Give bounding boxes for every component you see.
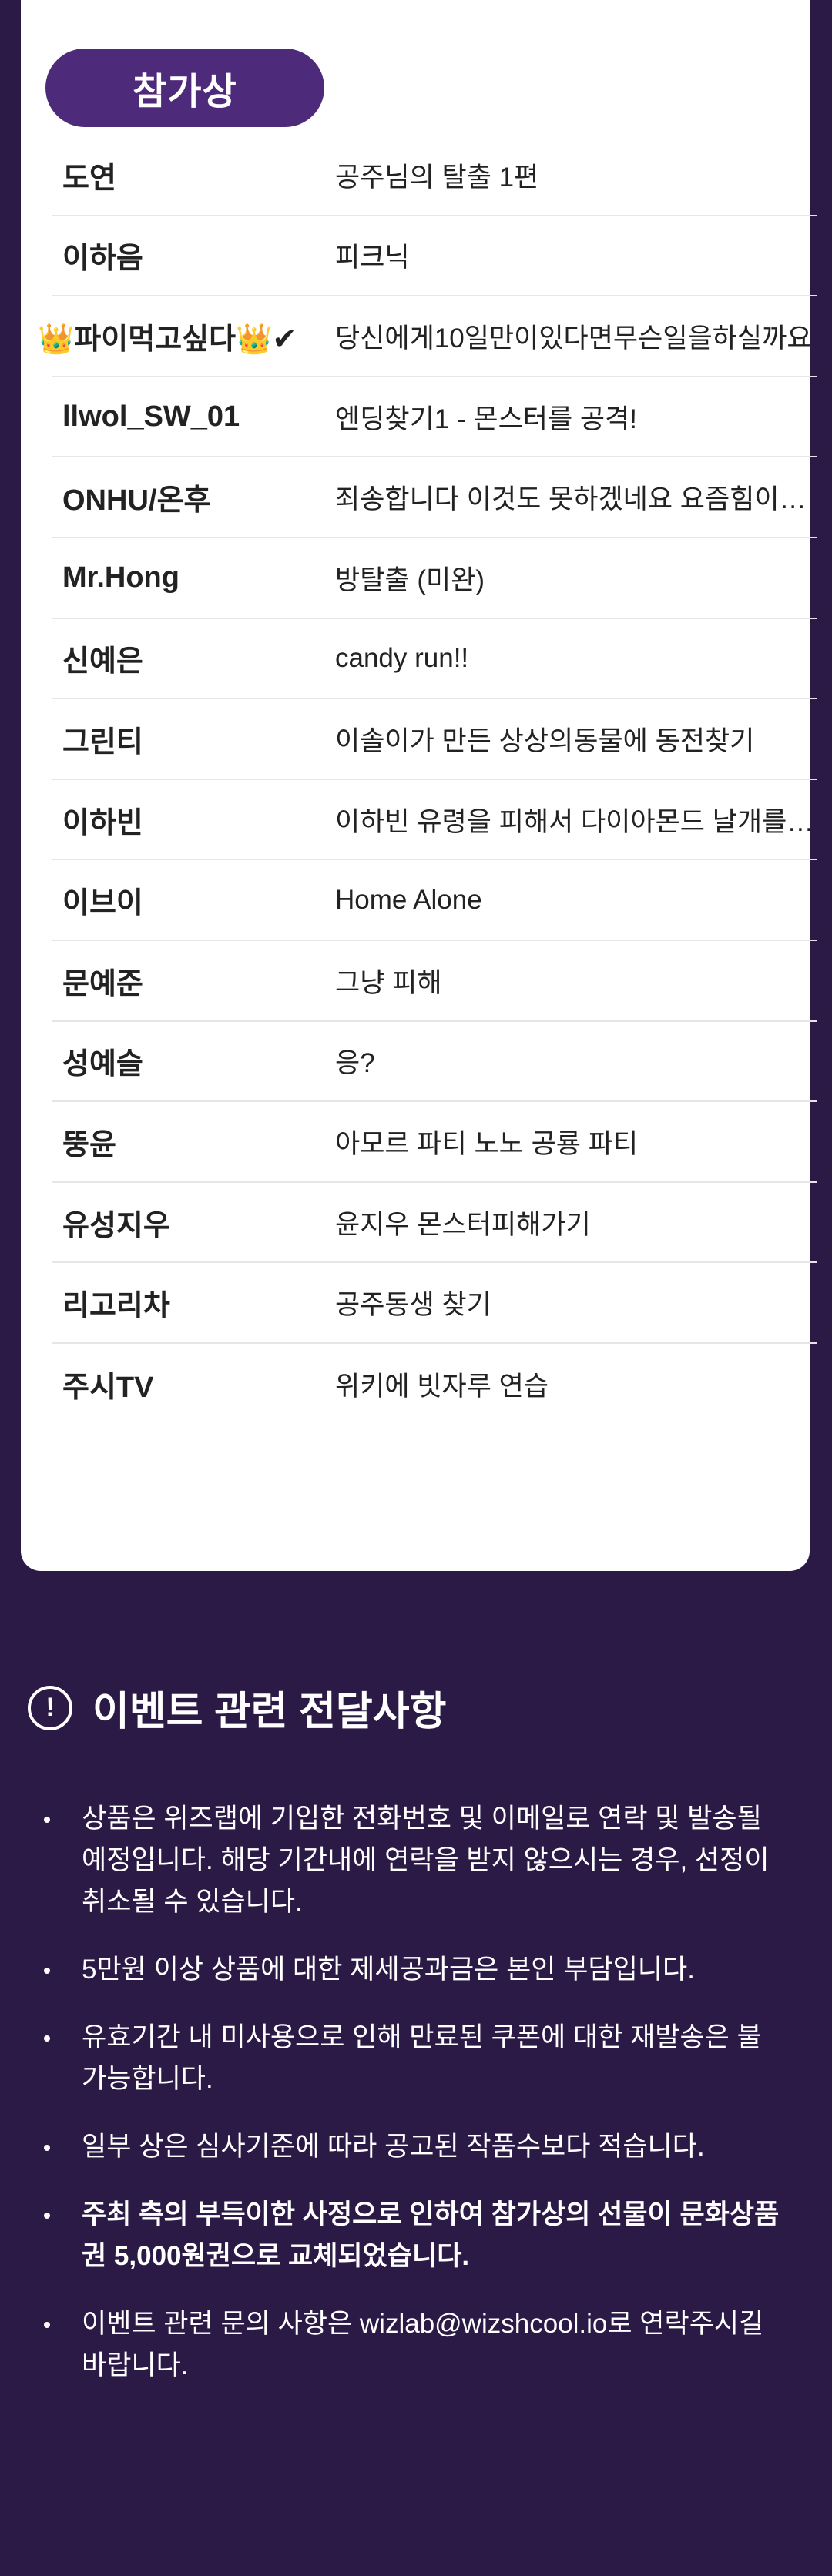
notice-item: 이벤트 관련 문의 사항은 wizlab@wizshcool.io로 연락주시길… — [40, 2303, 780, 2387]
table-row: 주시TV 위키에 빗자루 연습 — [52, 1344, 817, 1425]
table-row: Mr.Hong 방탈출 (미완) — [52, 538, 817, 619]
participant-name: Mr.Hong — [62, 561, 179, 594]
work-title: 공주동생 찾기 — [335, 1290, 491, 1321]
work-title: 공주님의 탈출 1편 — [335, 162, 539, 193]
participant-name: 신예은 — [62, 645, 143, 678]
table-row: 도연 공주님의 탈출 1편 — [52, 136, 817, 216]
table-row: 문예준 그냥 피해 — [52, 941, 817, 1022]
work-title: 이솔이가 만든 상상의동물에 동전찾기 — [335, 725, 755, 756]
notice-list: 상품은 위즈랩에 기입한 전화번호 및 이메일로 연락 및 발송될 예정입니다.… — [40, 1798, 780, 2413]
work-title: 응? — [335, 1048, 375, 1079]
table-row: 이브이 Home Alone — [52, 860, 817, 941]
participant-name: 그린티 — [62, 725, 143, 759]
participant-name: 이하빈 — [62, 806, 143, 839]
table-row: 그린티 이솔이가 만든 상상의동물에 동전찾기 — [52, 699, 817, 780]
work-title: 아모르 파티 노노 공룡 파티 — [335, 1128, 639, 1159]
work-title: 피크닉 — [335, 243, 410, 273]
participant-name: 유성지우 — [62, 1209, 170, 1242]
table-row: 👑파이먹고싶다👑✔ 당신에게10일만이있다면무슨일을하실까요 — [38, 296, 817, 377]
participant-name: 이하음 — [62, 243, 143, 276]
participant-name: llwol_SW_01 — [62, 400, 240, 433]
work-title: 이하빈 유령을 피해서 다이아몬드 날개를 찾아라 — [335, 806, 817, 837]
participant-name: 성예슬 — [62, 1048, 143, 1081]
winners-table: 도연 공주님의 탈출 1편 이하음 피크닉 👑파이먹고싶다👑✔ 당신에게10일만이있다… — [38, 136, 817, 1425]
table-row: llwol_SW_01 엔딩찾기1 - 몬스터를 공격! — [52, 377, 817, 458]
table-row: 이하음 피크닉 — [52, 216, 817, 297]
work-title: 당신에게10일만이있다면무슨일을하실까요 — [335, 323, 812, 353]
table-row: 뚱윤 아모르 파티 노노 공룡 파티 — [52, 1102, 817, 1183]
work-title: 그냥 피해 — [335, 967, 442, 998]
table-row: 신예은 candy run!! — [52, 619, 817, 700]
notice-item: 5만원 이상 상품에 대한 제세공과금은 본인 부담입니다. — [40, 1949, 780, 1991]
participant-name: 리고리차 — [62, 1290, 170, 1323]
participant-name: 이브이 — [62, 887, 143, 920]
participant-name: 뚱윤 — [62, 1128, 116, 1161]
work-title: Home Alone — [335, 884, 482, 915]
notice-item-highlight: 주최 측의 부득이한 사정으로 인하여 참가상의 선물이 문화상품권 5,000… — [40, 2194, 780, 2277]
notice-title: 이벤트 관련 전달사항 — [92, 1690, 447, 1734]
notice-item: 일부 상은 심사기준에 따라 공고된 작품수보다 적습니다. — [40, 2126, 780, 2168]
work-title: 방탈출 (미완) — [335, 564, 485, 595]
work-title: 죄송합니다 이것도 못하겠네요 요즘힘이들어서 — [335, 484, 817, 515]
table-row: 이하빈 이하빈 유령을 피해서 다이아몬드 날개를 찾아라 — [52, 780, 817, 861]
participant-name: 도연 — [62, 162, 116, 195]
participant-name: 문예준 — [62, 967, 143, 1000]
table-row: 리고리차 공주동생 찾기 — [52, 1263, 817, 1344]
table-row: 성예슬 응? — [52, 1022, 817, 1103]
info-icon: ! — [28, 1685, 72, 1730]
winners-card: 참가상 도연 공주님의 탈출 1편 이하음 피크닉 👑파이먹고싶다👑✔ 당신에게10일… — [21, 0, 817, 1571]
work-title: 위키에 빗자루 연습 — [335, 1371, 549, 1402]
participant-name: 주시TV — [62, 1371, 154, 1404]
participant-name: 👑파이먹고싶다👑✔ — [38, 323, 297, 356]
work-title: candy run!! — [335, 642, 469, 673]
notice-header: ! 이벤트 관련 전달사항 — [28, 1679, 446, 1737]
notice-item: 상품은 위즈랩에 기입한 전화번호 및 이메일로 연락 및 발송될 예정입니다.… — [40, 1798, 780, 1923]
table-row: 유성지우 윤지우 몬스터피해가기 — [52, 1183, 817, 1264]
table-row: ONHU/온후 죄송합니다 이것도 못하겠네요 요즘힘이들어서 — [52, 457, 817, 538]
notice-item: 유효기간 내 미사용으로 인해 만료된 쿠폰에 대한 재발송은 불가능합니다. — [40, 2017, 780, 2100]
work-title: 윤지우 몬스터피해가기 — [335, 1209, 591, 1240]
work-title: 엔딩찾기1 - 몬스터를 공격! — [335, 404, 638, 434]
prize-badge: 참가상 — [45, 49, 324, 127]
participant-name: ONHU/온후 — [62, 484, 211, 518]
